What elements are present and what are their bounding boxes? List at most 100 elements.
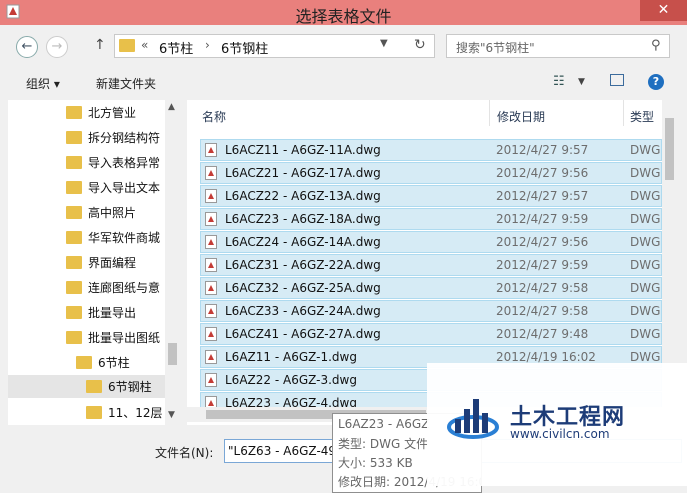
folder-icon: [76, 356, 92, 369]
tree-item-folder[interactable]: 导入导出文本: [8, 176, 165, 199]
file-type: DWG: [630, 235, 661, 249]
tree-item-folder[interactable]: 导入表格异常: [8, 151, 165, 174]
breadcrumb-separator[interactable]: ›: [205, 38, 210, 52]
organize-button[interactable]: 组织 ▾: [26, 75, 60, 92]
tree-item-label: 11、12层: [108, 406, 163, 420]
file-row[interactable]: L6ACZ31 - A6GZ-22A.dwg 2012/4/27 9:59 DW…: [200, 254, 662, 276]
file-row[interactable]: L6ACZ21 - A6GZ-17A.dwg 2012/4/27 9:56 DW…: [200, 162, 662, 184]
breadcrumb-item[interactable]: 6节钢柱: [221, 38, 268, 57]
file-row[interactable]: L6ACZ41 - A6GZ-27A.dwg 2012/4/27 9:48 DW…: [200, 323, 662, 345]
filename-label: 文件名(N):: [155, 446, 214, 460]
file-date: 2012/4/27 9:48: [496, 327, 589, 341]
search-icon[interactable]: ⚲: [651, 38, 661, 53]
folder-icon: [66, 206, 82, 219]
tree-item-folder[interactable]: 6节钢柱: [8, 375, 165, 398]
column-header-date[interactable]: 修改日期: [497, 108, 545, 125]
tree-item-folder[interactable]: 11、12层: [8, 401, 165, 424]
watermark-url: www.civilcn.com: [510, 427, 610, 441]
file-type: DWG: [630, 166, 661, 180]
search-placeholder: 搜索"6节钢柱": [456, 41, 535, 55]
file-name: L6ACZ21 - A6GZ-17A.dwg: [225, 166, 381, 180]
tree-item-folder[interactable]: 批量导出: [8, 301, 165, 324]
folder-icon: [66, 231, 82, 244]
tree-item-label: 6节钢柱: [108, 380, 152, 394]
file-name: L6AZ11 - A6GZ-1.dwg: [225, 350, 357, 364]
tree-item-folder[interactable]: 连廊图纸与意: [8, 276, 165, 299]
help-icon[interactable]: ?: [648, 74, 664, 90]
column-divider[interactable]: [489, 100, 490, 126]
tree-item-label: 华军软件商城: [88, 231, 161, 245]
file-type: DWG: [630, 350, 661, 364]
tooltip-type: 类型: DWG 文件: [338, 437, 429, 451]
dwg-file-icon: [205, 304, 217, 318]
file-name: L6ACZ33 - A6GZ-24A.dwg: [225, 304, 381, 318]
file-row[interactable]: L6ACZ22 - A6GZ-13A.dwg 2012/4/27 9:57 DW…: [200, 185, 662, 207]
file-name: L6ACZ22 - A6GZ-13A.dwg: [225, 189, 381, 203]
folder-icon: [66, 181, 82, 194]
file-name: L6ACZ24 - A6GZ-14A.dwg: [225, 235, 381, 249]
file-date: 2012/4/27 9:59: [496, 258, 589, 272]
folder-icon: [66, 156, 82, 169]
view-options-icon[interactable]: ☷: [553, 74, 565, 89]
file-type: DWG: [630, 212, 661, 226]
breadcrumb-overflow[interactable]: «: [141, 38, 148, 52]
file-date: 2012/4/27 9:57: [496, 189, 589, 203]
file-name: L6ACZ11 - A6GZ-11A.dwg: [225, 143, 381, 157]
file-row[interactable]: L6ACZ33 - A6GZ-24A.dwg 2012/4/27 9:58 DW…: [200, 300, 662, 322]
column-header-type[interactable]: 类型: [630, 108, 654, 125]
column-header-name[interactable]: 名称: [202, 108, 226, 125]
chevron-down-icon[interactable]: ▼: [380, 38, 388, 49]
tree-item-label: 批量导出: [88, 306, 137, 320]
chevron-up-icon[interactable]: ▲: [168, 102, 175, 112]
file-name: L6AZ22 - A6GZ-3.dwg: [225, 373, 357, 387]
tree-item-label: 批量导出图纸: [88, 331, 161, 345]
file-row[interactable]: L6ACZ32 - A6GZ-25A.dwg 2012/4/27 9:58 DW…: [200, 277, 662, 299]
up-button[interactable]: ↑: [94, 37, 106, 53]
close-button[interactable]: ✕: [640, 0, 687, 21]
tree-item-label: 导入表格异常: [88, 156, 161, 170]
file-row[interactable]: L6ACZ11 - A6GZ-11A.dwg 2012/4/27 9:57 DW…: [200, 139, 662, 161]
tree-item-folder[interactable]: 拆分钢结构符: [8, 126, 165, 149]
scrollbar-thumb[interactable]: [168, 343, 177, 365]
column-divider[interactable]: [623, 100, 624, 126]
dwg-file-icon: [205, 350, 217, 364]
file-type: DWG: [630, 281, 661, 295]
folder-icon: [66, 106, 82, 119]
file-date: 2012/4/27 9:58: [496, 304, 589, 318]
file-row[interactable]: L6ACZ23 - A6GZ-18A.dwg 2012/4/27 9:59 DW…: [200, 208, 662, 230]
breadcrumb-item[interactable]: 6节柱: [159, 38, 193, 57]
tree-item-folder[interactable]: 北方管业: [8, 101, 165, 124]
watermark: 土木工程网 www.civilcn.com: [427, 363, 687, 486]
navigation-pane[interactable]: 北方管业 拆分钢结构符 导入表格异常 导入导出文本 高中照片 华军软件商城 界面…: [8, 100, 165, 425]
dwg-file-icon: [205, 258, 217, 272]
dwg-file-icon: [205, 166, 217, 180]
chevron-down-icon[interactable]: ▼: [168, 410, 175, 420]
file-date: 2012/4/27 9:57: [496, 143, 589, 157]
forward-button[interactable]: →: [46, 36, 68, 58]
tree-item-folder[interactable]: 6节柱: [8, 351, 165, 374]
dwg-file-icon: [205, 235, 217, 249]
folder-icon: [86, 406, 102, 419]
back-button[interactable]: ←: [16, 36, 38, 58]
folder-icon: [66, 331, 82, 344]
search-input[interactable]: 搜索"6节钢柱" ⚲: [446, 34, 670, 58]
tree-item-label: 6节柱: [98, 356, 130, 370]
chevron-down-icon[interactable]: ▼: [578, 77, 585, 87]
navigation-scrollbar[interactable]: ▲ ▼: [165, 100, 180, 425]
dwg-file-icon: [205, 143, 217, 157]
folder-icon: [86, 380, 102, 393]
tree-item-folder[interactable]: 华军软件商城: [8, 226, 165, 249]
file-name: L6ACZ32 - A6GZ-25A.dwg: [225, 281, 381, 295]
new-folder-button[interactable]: 新建文件夹: [96, 75, 156, 92]
scrollbar-thumb[interactable]: [665, 118, 674, 180]
dwg-file-icon: [205, 327, 217, 341]
tree-item-label: 连廊图纸与意: [88, 281, 161, 295]
preview-pane-icon[interactable]: [610, 74, 624, 86]
file-row[interactable]: L6ACZ24 - A6GZ-14A.dwg 2012/4/27 9:56 DW…: [200, 231, 662, 253]
file-name: L6ACZ31 - A6GZ-22A.dwg: [225, 258, 381, 272]
tree-item-folder[interactable]: 界面编程: [8, 251, 165, 274]
dwg-file-icon: [205, 212, 217, 226]
refresh-button[interactable]: ↻: [414, 37, 426, 53]
tree-item-folder[interactable]: 高中照片: [8, 201, 165, 224]
tree-item-folder[interactable]: 批量导出图纸: [8, 326, 165, 349]
